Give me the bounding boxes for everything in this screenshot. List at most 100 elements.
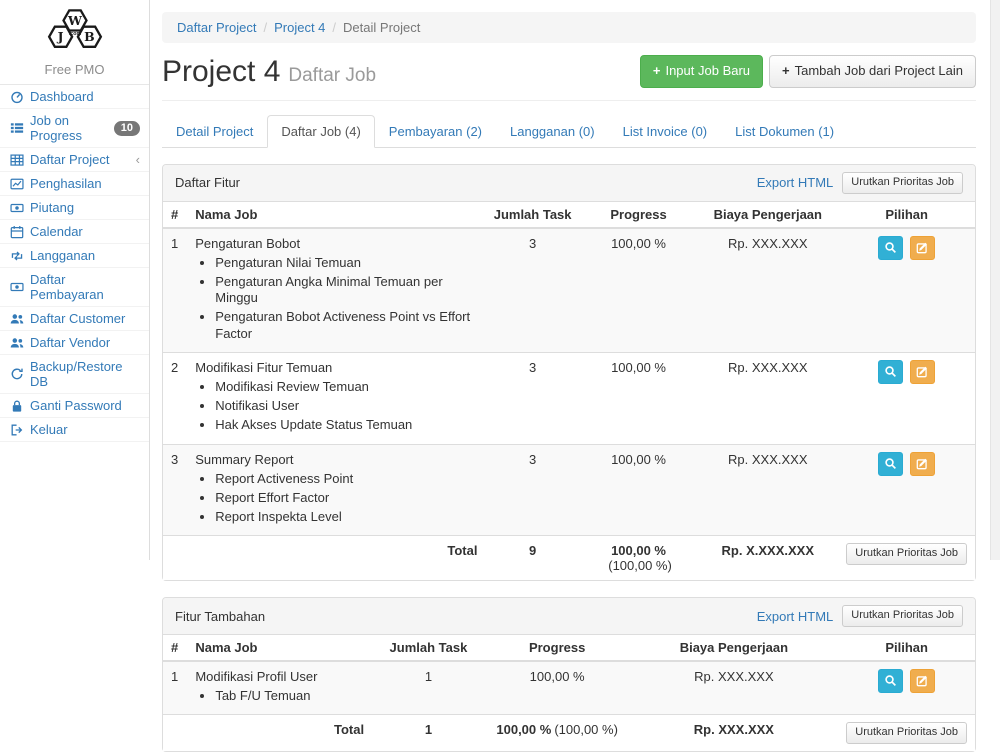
main-content: Daftar Project/Project 4/Detail Project … [150,0,990,560]
sidebar-item-label: Langganan [30,248,95,263]
page-title: Project 4Daftar Job [162,55,376,88]
total-empty-cell [163,536,187,581]
page-subtitle: Daftar Job [288,65,376,86]
biaya-value: Rp. XXX.XXX [697,444,838,536]
tab-list-invoice[interactable]: List Invoice (0) [609,115,722,148]
export-html-link[interactable]: Export HTML [757,175,834,190]
header-buttons: +Input Job Baru +Tambah Job dari Project… [640,55,976,87]
view-job-button[interactable] [878,236,903,260]
jumlah-task-value: 3 [485,444,579,536]
job-count-badge: 10 [114,121,140,136]
sidebar-item-keluar[interactable]: Keluar [0,418,149,442]
tab-pembayaran[interactable]: Pembayaran (2) [375,115,496,148]
tab-list-dokumen[interactable]: List Dokumen (1) [721,115,848,148]
sidebar-item-daftar-customer[interactable]: Daftar Customer [0,307,149,331]
sidebar-item-label: Daftar Vendor [30,335,110,350]
jumlah-task-value: 1 [372,661,485,715]
job-sub-list: Tab F/U Temuan [201,688,364,704]
svg-text:.com: .com [68,31,81,37]
input-job-baru-button[interactable]: +Input Job Baru [640,55,763,87]
sidebar-item-label: Daftar Customer [30,311,125,326]
app-name: Free PMO [0,62,149,77]
total-row: Total 1 100,00 %(100,00 %) Rp. XXX.XXX U… [163,715,975,751]
svg-text:W: W [67,13,83,28]
scrollbar[interactable] [990,0,1000,560]
search-icon [884,365,897,378]
edit-job-button[interactable] [910,669,935,693]
breadcrumb: Daftar Project/Project 4/Detail Project [162,12,976,43]
sidebar-item-piutang[interactable]: Piutang [0,196,149,220]
col-nama-job: Nama Job [187,202,485,228]
panel-fitur-tambahan: Fitur Tambahan Export HTML Urutkan Prior… [162,597,976,751]
breadcrumb-daftar-project[interactable]: Daftar Project [177,20,256,35]
sidebar-item-label: Backup/Restore DB [30,359,140,389]
urutkan-prioritas-job-button[interactable]: Urutkan Prioritas Job [842,172,963,194]
tab-langganan[interactable]: Langganan (0) [496,115,609,148]
sidebar-item-daftar-project[interactable]: Daftar Project ‹ [0,148,149,172]
col-jumlah-task: Jumlah Task [485,202,579,228]
edit-icon [916,365,929,378]
job-name: Summary Report [195,452,293,467]
export-html-link[interactable]: Export HTML [757,609,834,624]
tab-detail-project[interactable]: Detail Project [162,115,267,148]
sidebar-item-label: Ganti Password [30,398,122,413]
sidebar-item-label: Daftar Project [30,152,109,167]
job-sub-list: Modifikasi Review Temuan Notifikasi User… [201,379,477,434]
view-job-button[interactable] [878,452,903,476]
breadcrumb-project-4[interactable]: Project 4 [274,20,325,35]
table-header-row: # Nama Job Jumlah Task Progress Biaya Pe… [163,202,975,228]
tambah-job-dari-project-lain-button[interactable]: +Tambah Job dari Project Lain [769,55,976,87]
table-row: 1 Modifikasi Profil User Tab F/U Temuan … [163,661,975,715]
sidebar-item-penghasilan[interactable]: Penghasilan [0,172,149,196]
total-tasks: 9 [485,536,579,581]
edit-job-button[interactable] [910,452,935,476]
sidebar-item-label: Job on Progress [30,113,108,143]
sidebar-item-label: Daftar Pembayaran [30,272,140,302]
urutkan-prioritas-job-button[interactable]: Urutkan Prioritas Job [842,605,963,627]
edit-icon [916,241,929,254]
progress-value: 100,00 % [580,228,698,353]
view-job-button[interactable] [878,669,903,693]
progress-value: 100,00 % [580,352,698,444]
col-pilihan: Pilihan [838,202,975,228]
biaya-value: Rp. XXX.XXX [697,352,838,444]
tab-daftar-job[interactable]: Daftar Job (4) [267,115,374,148]
pilihan-cell [838,444,975,536]
sidebar-item-job-on-progress[interactable]: Job on Progress 10 [0,109,149,148]
row-num: 2 [163,352,187,444]
view-job-button[interactable] [878,360,903,384]
table-header-row: # Nama Job Jumlah Task Progress Biaya Pe… [163,635,975,661]
sidebar-item-calendar[interactable]: Calendar [0,220,149,244]
breadcrumb-separator: / [263,20,267,35]
sidebar-item-langganan[interactable]: Langganan [0,244,149,268]
job-name: Pengaturan Bobot [195,236,300,251]
sidebar-item-label: Dashboard [30,89,94,104]
search-icon [884,241,897,254]
total-actions-cell: Urutkan Prioritas Job [838,715,975,751]
col-num: # [163,202,187,228]
urutkan-prioritas-job-button[interactable]: Urutkan Prioritas Job [846,722,967,744]
panel-daftar-fitur: Daftar Fitur Export HTML Urutkan Priorit… [162,164,976,581]
total-biaya: Rp. XXX.XXX [630,715,839,751]
edit-job-button[interactable] [910,360,935,384]
sidebar-item-label: Piutang [30,200,74,215]
sidebar-item-daftar-vendor[interactable]: Daftar Vendor [0,331,149,355]
urutkan-prioritas-job-button[interactable]: Urutkan Prioritas Job [846,543,967,565]
col-biaya-pengerjaan: Biaya Pengerjaan [630,635,839,661]
sidebar-item-dashboard[interactable]: Dashboard [0,85,149,109]
table-row: 2 Modifikasi Fitur Temuan Modifikasi Rev… [163,352,975,444]
total-label: Total [187,715,372,751]
sidebar-item-daftar-pembayaran[interactable]: Daftar Pembayaran [0,268,149,307]
table-row: 3 Summary Report Report Activeness Point… [163,444,975,536]
pilihan-cell [838,352,975,444]
job-sub-list: Pengaturan Nilai Temuan Pengaturan Angka… [201,255,477,342]
sidebar-item-ganti-password[interactable]: Ganti Password [0,394,149,418]
job-sub-item: Pengaturan Nilai Temuan [215,255,477,271]
edit-job-button[interactable] [910,236,935,260]
total-progress: 100,00 %(100,00 %) [580,536,698,581]
job-name: Modifikasi Profil User [195,669,317,684]
sidebar-item-backup-restore-db[interactable]: Backup/Restore DB [0,355,149,394]
progress-value: 100,00 % [580,444,698,536]
plus-icon: + [653,63,661,78]
svg-text:B: B [84,29,95,44]
